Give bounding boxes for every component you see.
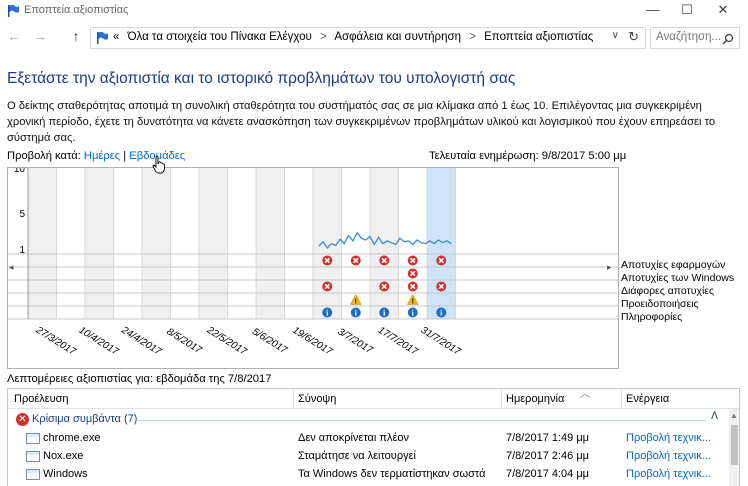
hand-cursor-icon xyxy=(152,156,165,174)
view-by-separator: | xyxy=(123,150,127,162)
reliability-chart-svg: 1051! !i i i i i27/3/2017 10/4/2017 24/4/2017 8/… xyxy=(8,168,618,358)
application-icon xyxy=(26,451,40,462)
view-technical-details-link[interactable]: Προβολή τεχνικ... xyxy=(626,450,711,462)
table-header: Προέλευση Σύνοψη Ημερομηνία ︿ Ενέργεια xyxy=(8,389,739,409)
breadcrumb-control-panel[interactable]: Όλα τα στοιχεία του Πίνακα Ελέγχου xyxy=(128,31,312,43)
week-column xyxy=(199,168,228,319)
chart-scroll-left-icon[interactable]: ◂ xyxy=(9,262,14,273)
week-column xyxy=(170,168,199,319)
sort-ascending-icon: ︿ xyxy=(580,389,590,400)
row-summary: Τα Windows δεν τερματίστηκαν σωστά xyxy=(298,468,486,480)
week-column xyxy=(227,168,256,319)
chart-scroll-right-icon[interactable]: ▸ xyxy=(607,262,612,273)
close-button[interactable]: ✕ xyxy=(704,0,742,22)
row-source: Windows xyxy=(43,468,88,480)
x-tick-label: 3/7/2017 xyxy=(336,326,375,356)
scrollbar-thumb[interactable] xyxy=(731,425,738,465)
table-row[interactable]: chrome.exe Δεν αποκρίνεται πλέον 7/8/201… xyxy=(8,430,720,448)
view-technical-details-link[interactable]: Προβολή τεχνικ... xyxy=(626,468,711,480)
table-row[interactable]: Windows Τα Windows δεν τερματίστηκαν σωσ… xyxy=(8,466,720,484)
breadcrumb-security-maintenance[interactable]: Ασφάλεια και συντήρηση xyxy=(334,31,461,43)
x-tick-label: 22/5/2017 xyxy=(204,324,249,358)
row-date: 7/8/2017 1:49 μμ xyxy=(506,432,590,444)
y-tick-label: 5 xyxy=(19,209,25,220)
x-tick-label: 10/4/2017 xyxy=(77,325,121,358)
address-dropdown-icon[interactable]: ∨ xyxy=(612,30,619,41)
week-column xyxy=(142,168,171,319)
column-header-date[interactable]: Ημερομηνία xyxy=(506,393,564,405)
maximize-button[interactable]: ☐ xyxy=(668,0,706,22)
page-description: Ο δείκτης σταθερότητας αποτιμά τη συνολι… xyxy=(7,100,716,144)
row-label-information: Πληροφορίες xyxy=(621,311,683,323)
search-icon xyxy=(722,33,734,45)
chart-row-legend: Αποτυχίες εφαρμογών Αποτυχίες των Window… xyxy=(621,259,734,324)
table-row[interactable]: Nox.exe Σταμάτησε να λειτουργεί 7/8/2017… xyxy=(8,448,720,466)
week-column xyxy=(113,168,142,319)
x-tick-label: 19/6/2017 xyxy=(290,325,334,358)
x-tick-label: 17/7/2017 xyxy=(376,325,420,358)
critical-error-icon: ✕ xyxy=(16,413,29,426)
action-center-flag-icon xyxy=(8,4,19,17)
column-header-source[interactable]: Προέλευση xyxy=(14,393,69,405)
breadcrumb: « Όλα τα στοιχεία του Πίνακα Ελέγχου > Α… xyxy=(113,31,594,43)
title-bar: Εποπτεία αξιοπιστίας — ☐ ✕ xyxy=(0,0,748,22)
application-icon xyxy=(26,433,40,444)
row-label-misc-failures: Διάφορες αποτυχίες xyxy=(621,285,715,297)
table-scrollbar[interactable]: ▲ xyxy=(729,409,739,486)
up-button[interactable]: ↑ xyxy=(68,28,84,44)
application-icon xyxy=(26,469,40,480)
x-tick-label: 24/4/2017 xyxy=(119,324,164,358)
row-date: 7/8/2017 2:46 μμ xyxy=(506,450,590,462)
breadcrumb-overflow[interactable]: « xyxy=(113,31,119,43)
row-label-warnings: Προειδοποιήσεις xyxy=(621,298,699,310)
y-tick-label: 1 xyxy=(19,245,25,256)
view-technical-details-link[interactable]: Προβολή τεχνικ... xyxy=(626,432,711,444)
y-tick-label: 10 xyxy=(14,168,26,175)
row-date: 7/8/2017 4:04 μμ xyxy=(506,468,590,480)
row-summary: Δεν αποκρίνεται πλέον xyxy=(298,432,409,444)
group-label: Κρίσιμα συμβάντα (7) xyxy=(32,413,138,425)
x-tick-label: 5/6/2017 xyxy=(250,326,289,356)
address-row: ← → ↑ « Όλα τα στοιχεία του Πίνακα Ελέγχ… xyxy=(0,24,748,52)
details-table: Προέλευση Σύνοψη Ημερομηνία ︿ Ενέργεια ✕… xyxy=(7,388,740,486)
column-header-action[interactable]: Ενέργεια xyxy=(626,393,669,405)
column-header-summary[interactable]: Σύνοψη xyxy=(298,393,336,405)
window-title: Εποπτεία αξιοπιστίας xyxy=(24,4,129,16)
minimize-button[interactable]: — xyxy=(634,0,672,22)
warning-icon-glyph: ! xyxy=(412,299,414,306)
row-source: Nox.exe xyxy=(43,450,84,462)
row-source: chrome.exe xyxy=(43,432,101,444)
critical-events-group[interactable]: ✕ Κρίσιμα συμβάντα (7) ᐱ xyxy=(8,411,720,429)
reliability-chart[interactable]: 10 5 1!! i i i i i 27/3/2017 10/4/2017 24/4/2017 8/… xyxy=(7,167,619,369)
x-tick-label: 27/3/2017 xyxy=(33,324,78,358)
page-heading: Εξετάστε την αξιοπιστία και το ιστορικό … xyxy=(7,70,516,87)
week-column xyxy=(85,168,114,319)
x-tick-label: 31/7/2017 xyxy=(419,325,463,358)
week-column xyxy=(56,168,85,319)
search-input[interactable]: Αναζήτηση... xyxy=(650,27,740,49)
row-label-windows-failures: Αποτυχίες των Windows xyxy=(621,272,735,284)
refresh-icon[interactable]: ↻ xyxy=(628,29,639,45)
week-column xyxy=(256,168,285,319)
x-tick-label: 8/5/2017 xyxy=(165,326,204,356)
collapse-chevron-icon[interactable]: ᐱ xyxy=(711,411,718,422)
week-column xyxy=(28,168,57,319)
row-label-app-failures: Αποτυχίες εφαρμογών xyxy=(621,259,726,271)
details-title: Λεπτομέρειες αξιοπιστίας για: εβδομάδα τ… xyxy=(7,373,272,385)
week-column xyxy=(284,168,313,319)
address-bar[interactable]: « Όλα τα στοιχεία του Πίνακα Ελέγχου > Α… xyxy=(90,27,646,49)
back-button[interactable]: ← xyxy=(6,28,22,44)
scroll-up-icon[interactable]: ▲ xyxy=(730,411,738,420)
control-panel-flag-icon xyxy=(97,31,108,44)
warning-icon-glyph: ! xyxy=(355,299,357,306)
view-by-days-link[interactable]: Ημέρες xyxy=(84,150,120,162)
row-summary: Σταμάτησε να λειτουργεί xyxy=(298,450,416,462)
view-by-label: Προβολή κατά: xyxy=(7,150,81,162)
last-updated: Τελευταία ενημέρωση: 9/8/2017 5:00 μμ xyxy=(429,150,627,162)
forward-button[interactable]: → xyxy=(32,28,48,44)
search-placeholder: Αναζήτηση... xyxy=(656,31,722,43)
breadcrumb-reliability-monitor[interactable]: Εποπτεία αξιοπιστίας xyxy=(484,31,593,43)
